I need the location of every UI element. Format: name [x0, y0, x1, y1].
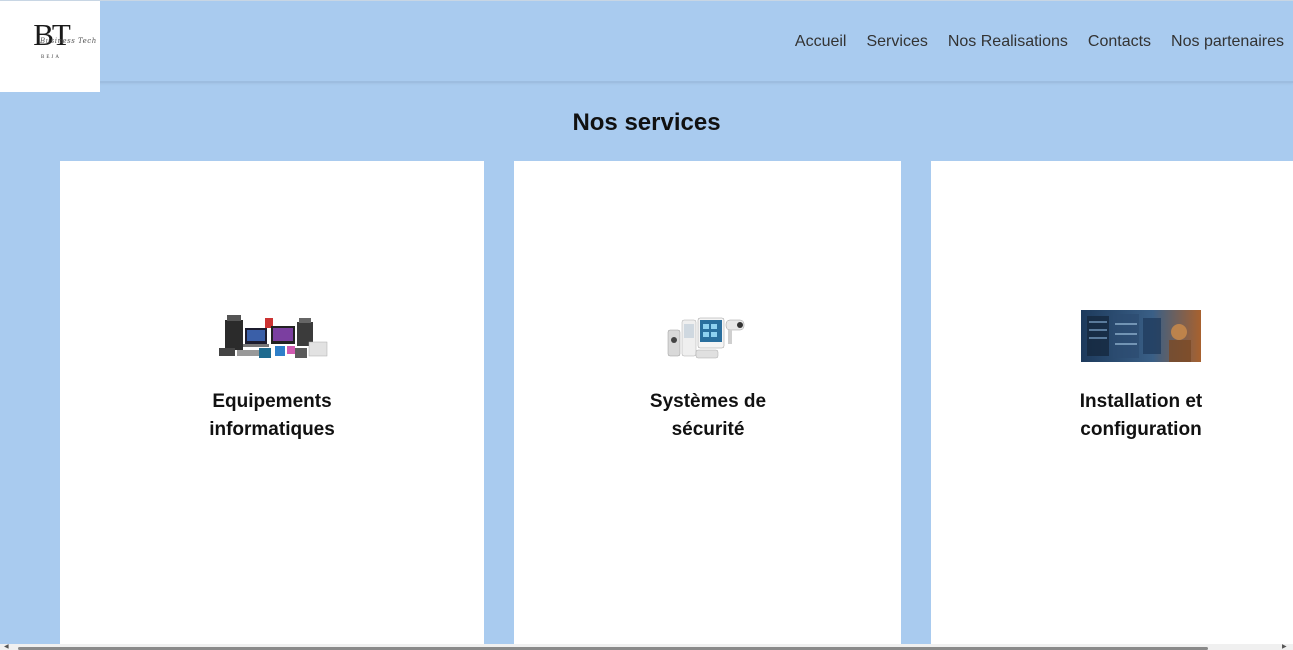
nav-link-services[interactable]: Services [866, 32, 927, 52]
main-nav: Accueil Services Nos Realisations Contac… [795, 32, 1284, 52]
service-card-securite[interactable]: Systèmes de sécurité [514, 161, 901, 650]
section-title: Nos services [572, 109, 721, 136]
service-card-installation[interactable]: Installation et configuration [931, 161, 1293, 650]
security-systems-image [667, 317, 745, 359]
service-title: Installation et configuration [1079, 391, 1203, 440]
page: Accueil Services Nos Realisations Contac… [0, 0, 1293, 650]
service-title: Systèmes de sécurité [649, 391, 767, 440]
logo: BT Business Tech BEJA [30, 17, 96, 65]
nav-link-contacts[interactable]: Contacts [1088, 32, 1151, 52]
logo-subtitle: BEJA [41, 55, 61, 60]
logo-script: Business Tech [40, 37, 97, 45]
server-room-image [1081, 310, 1201, 362]
service-card-equipements[interactable]: Equipements informatiques [60, 161, 484, 650]
scroll-right-icon[interactable]: ▶ [1282, 644, 1287, 650]
header: Accueil Services Nos Realisations Contac… [0, 1, 1293, 83]
nav-link-realisations[interactable]: Nos Realisations [948, 32, 1068, 52]
logo-letters: BT [33, 17, 71, 52]
nav-link-partenaires[interactable]: Nos partenaires [1171, 32, 1284, 52]
scroll-left-icon[interactable]: ◀ [4, 644, 9, 650]
it-equipment-image [219, 315, 328, 358]
logo-link[interactable]: BT Business Tech BEJA [0, 1, 100, 92]
nav-link-accueil[interactable]: Accueil [795, 32, 847, 52]
service-title: Equipements informatiques [209, 391, 335, 440]
